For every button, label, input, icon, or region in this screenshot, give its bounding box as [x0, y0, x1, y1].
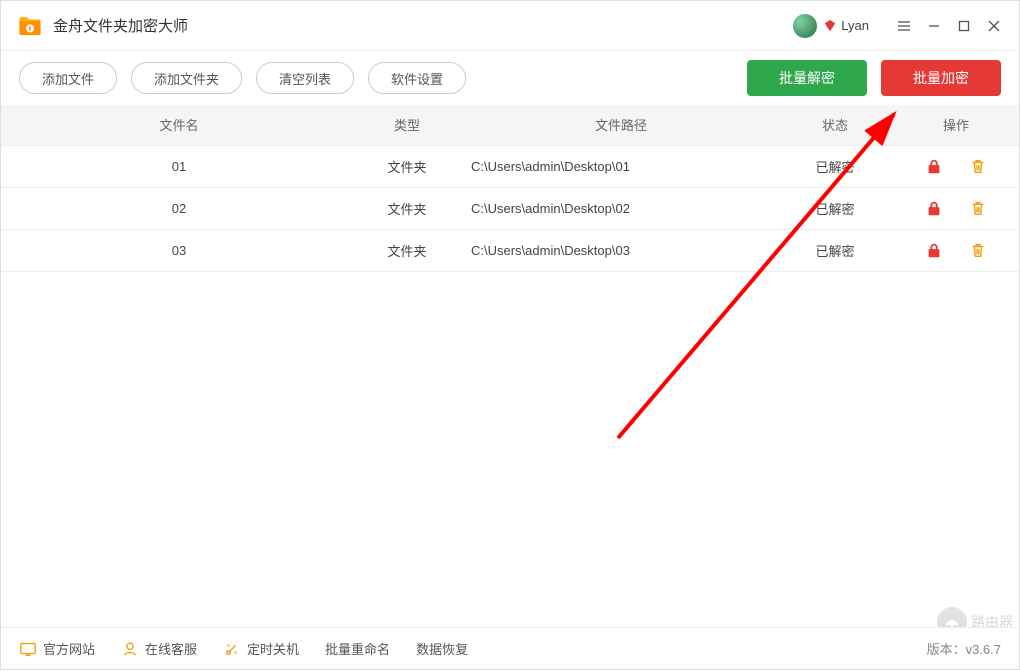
vip-diamond-icon	[823, 19, 837, 33]
user-name: Lyan	[841, 18, 869, 33]
header-name: 文件名	[1, 105, 357, 145]
toolbar: 添加文件 添加文件夹 清空列表 软件设置 批量解密 批量加密	[1, 51, 1019, 105]
cell-status: 已解密	[777, 187, 893, 229]
cell-name: 01	[1, 145, 357, 187]
add-file-button[interactable]: 添加文件	[19, 62, 117, 94]
table-row[interactable]: 02文件夹C:\Users\admin\Desktop\02已解密	[1, 187, 1019, 229]
timer-shutdown-label: 定时关机	[247, 639, 299, 658]
cell-name: 02	[1, 187, 357, 229]
app-title: 金舟文件夹加密大师	[53, 15, 188, 36]
cell-action	[893, 187, 1019, 229]
maximize-button[interactable]	[949, 11, 979, 41]
trash-icon[interactable]	[969, 241, 987, 259]
official-site-label: 官方网站	[43, 639, 95, 658]
data-recovery-label: 数据恢复	[416, 639, 468, 658]
avatar[interactable]	[793, 14, 817, 38]
support-label: 在线客服	[145, 639, 197, 658]
settings-button[interactable]: 软件设置	[368, 62, 466, 94]
cell-status: 已解密	[777, 229, 893, 271]
app-icon	[17, 13, 43, 39]
cell-path: C:\Users\admin\Desktop\03	[457, 229, 777, 271]
lock-icon[interactable]	[925, 157, 943, 175]
table-row[interactable]: 03文件夹C:\Users\admin\Desktop\03已解密	[1, 229, 1019, 271]
file-table: 文件名 类型 文件路径 状态 操作 01文件夹C:\Users\admin\De…	[1, 105, 1019, 272]
cell-type: 文件夹	[357, 187, 457, 229]
cell-status: 已解密	[777, 145, 893, 187]
batch-decrypt-button[interactable]: 批量解密	[747, 60, 867, 96]
minimize-button[interactable]	[919, 11, 949, 41]
cell-path: C:\Users\admin\Desktop\01	[457, 145, 777, 187]
batch-rename-label: 批量重命名	[325, 639, 390, 658]
support-link[interactable]: 在线客服	[121, 639, 197, 658]
title-bar: 金舟文件夹加密大师 Lyan	[1, 1, 1019, 51]
header-action: 操作	[893, 105, 1019, 145]
cell-type: 文件夹	[357, 229, 457, 271]
close-button[interactable]	[979, 11, 1009, 41]
header-status: 状态	[777, 105, 893, 145]
header-path: 文件路径	[457, 105, 777, 145]
trash-icon[interactable]	[969, 199, 987, 217]
clear-list-button[interactable]: 清空列表	[256, 62, 354, 94]
cell-type: 文件夹	[357, 145, 457, 187]
lock-icon[interactable]	[925, 241, 943, 259]
timer-shutdown-link[interactable]: 定时关机	[223, 639, 299, 658]
trash-icon[interactable]	[969, 157, 987, 175]
cell-path: C:\Users\admin\Desktop\02	[457, 187, 777, 229]
menu-button[interactable]	[889, 11, 919, 41]
footer: 官方网站 在线客服 定时关机 批量重命名 数据恢复 版本：v3.6.7	[1, 627, 1019, 669]
lock-icon[interactable]	[925, 199, 943, 217]
header-type: 类型	[357, 105, 457, 145]
data-recovery-link[interactable]: 数据恢复	[416, 639, 468, 658]
version-label: 版本：v3.6.7	[927, 639, 1001, 658]
cell-action	[893, 229, 1019, 271]
batch-rename-link[interactable]: 批量重命名	[325, 639, 390, 658]
add-folder-button[interactable]: 添加文件夹	[131, 62, 242, 94]
official-site-link[interactable]: 官方网站	[19, 639, 95, 658]
cell-name: 03	[1, 229, 357, 271]
table-row[interactable]: 01文件夹C:\Users\admin\Desktop\01已解密	[1, 145, 1019, 187]
batch-encrypt-button[interactable]: 批量加密	[881, 60, 1001, 96]
cell-action	[893, 145, 1019, 187]
